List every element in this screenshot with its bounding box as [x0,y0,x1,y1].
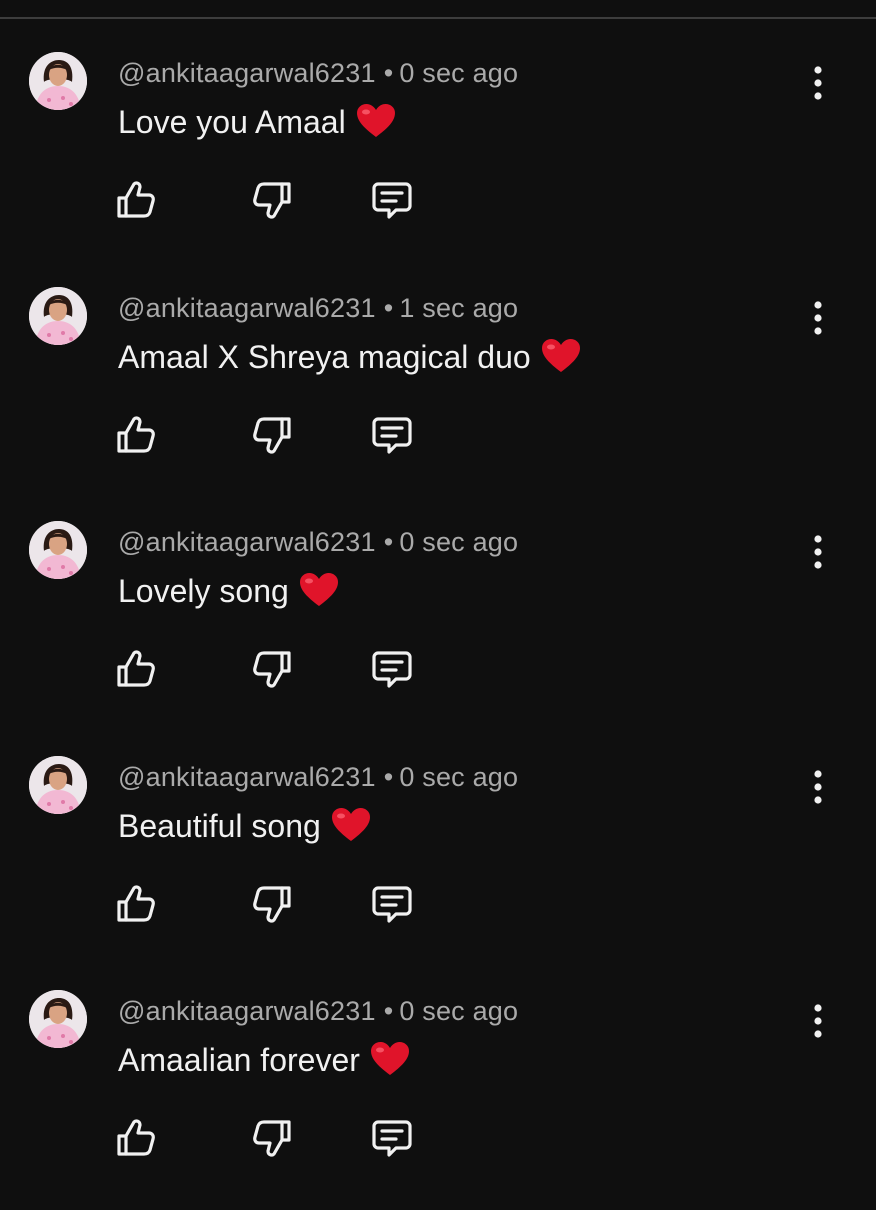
avatar-image [29,521,87,579]
heart-icon [331,807,371,852]
avatar-image [29,52,87,110]
comment-text-content: Amaalian forever [118,1042,360,1078]
reply-button[interactable] [370,413,414,457]
dislike-button[interactable] [250,647,294,691]
dislike-button[interactable] [250,1116,294,1160]
comment-author[interactable]: @ankitaagarwal6231 [118,293,376,323]
more-options-button[interactable] [804,1004,832,1038]
thumbs-down-icon [253,651,291,688]
comment-text: Love you Amaal [118,102,396,148]
avatar[interactable] [29,756,87,814]
vertical-dots-icon [814,66,822,100]
comment-bubble-icon [372,886,412,923]
avatar-image [29,990,87,1048]
reply-button[interactable] [370,1116,414,1160]
comment-item: @ankitaagarwal6231 • 0 sec ago Lovely song [0,521,876,741]
avatar[interactable] [29,287,87,345]
avatar-image [29,287,87,345]
comment-meta: @ankitaagarwal6231 • 0 sec ago [118,56,518,90]
vertical-dots-icon [814,535,822,569]
reply-button[interactable] [370,178,414,222]
comment-author[interactable]: @ankitaagarwal6231 [118,996,376,1026]
comment-text: Amaal X Shreya magical duo [118,337,581,383]
meta-separator-dot: • [383,527,394,557]
more-options-button[interactable] [804,770,832,804]
comment-author[interactable]: @ankitaagarwal6231 [118,58,376,88]
reply-button[interactable] [370,647,414,691]
avatar-image [29,756,87,814]
dislike-button[interactable] [250,178,294,222]
like-button[interactable] [114,882,158,926]
avatar[interactable] [29,52,87,110]
dislike-button[interactable] [250,413,294,457]
thumbs-up-icon [117,181,155,218]
like-button[interactable] [114,647,158,691]
comment-bubble-icon [372,417,412,454]
thumbs-up-icon [117,650,155,687]
top-divider [0,17,876,19]
comment-time[interactable]: 0 sec ago [399,527,518,557]
thumbs-up-icon [117,885,155,922]
avatar[interactable] [29,521,87,579]
comment-meta: @ankitaagarwal6231 • 0 sec ago [118,525,518,559]
thumbs-down-icon [253,182,291,219]
dislike-button[interactable] [250,882,294,926]
vertical-dots-icon [814,301,822,335]
comment-item: @ankitaagarwal6231 • 0 sec ago Beautiful s… [0,756,876,976]
comment-meta: @ankitaagarwal6231 • 1 sec ago [118,291,518,325]
like-button[interactable] [114,1116,158,1160]
comment-author[interactable]: @ankitaagarwal6231 [118,762,376,792]
comment-text: Beautiful song [118,806,371,852]
like-button[interactable] [114,178,158,222]
thumbs-down-icon [253,886,291,923]
comment-meta: @ankitaagarwal6231 • 0 sec ago [118,760,518,794]
more-options-button[interactable] [804,535,832,569]
heart-icon [299,572,339,617]
comment-bubble-icon [372,1120,412,1157]
meta-separator-dot: • [383,293,394,323]
comment-text: Amaalian forever [118,1040,410,1086]
heart-icon [370,1041,410,1086]
heart-icon [356,103,396,148]
thumbs-up-icon [117,416,155,453]
more-options-button[interactable] [804,301,832,335]
comment-bubble-icon [372,182,412,219]
comment-time[interactable]: 1 sec ago [399,293,518,323]
comment-item: @ankitaagarwal6231 • 1 sec ago Amaal X Shr… [0,287,876,507]
more-options-button[interactable] [804,66,832,100]
comment-text-content: Lovely song [118,573,289,609]
comment-text: Lovely song [118,571,339,617]
comment-text-content: Beautiful song [118,808,321,844]
avatar[interactable] [29,990,87,1048]
comment-bubble-icon [372,651,412,688]
meta-separator-dot: • [383,762,394,792]
comment-time[interactable]: 0 sec ago [399,58,518,88]
thumbs-down-icon [253,1120,291,1157]
comment-author[interactable]: @ankitaagarwal6231 [118,527,376,557]
vertical-dots-icon [814,770,822,804]
comment-item: @ankitaagarwal6231 • 0 sec ago Love you Am… [0,52,876,272]
meta-separator-dot: • [383,996,394,1026]
comment-time[interactable]: 0 sec ago [399,762,518,792]
heart-icon [541,338,581,383]
comment-text-content: Love you Amaal [118,104,346,140]
thumbs-up-icon [117,1119,155,1156]
comment-item: @ankitaagarwal6231 • 0 sec ago Amaalian fo… [0,990,876,1210]
meta-separator-dot: • [383,58,394,88]
comment-meta: @ankitaagarwal6231 • 0 sec ago [118,994,518,1028]
like-button[interactable] [114,413,158,457]
comment-text-content: Amaal X Shreya magical duo [118,339,531,375]
thumbs-down-icon [253,417,291,454]
comment-time[interactable]: 0 sec ago [399,996,518,1026]
vertical-dots-icon [814,1004,822,1038]
reply-button[interactable] [370,882,414,926]
